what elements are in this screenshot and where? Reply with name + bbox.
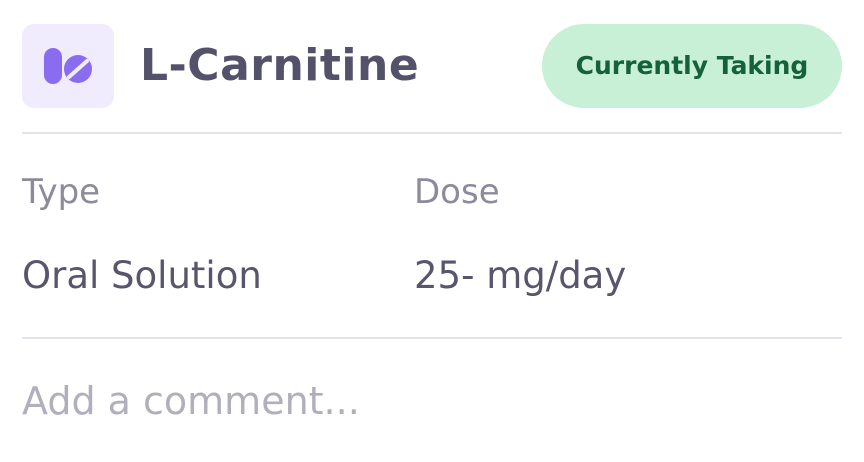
medication-icon-container — [22, 24, 114, 108]
medication-name: L-Carnitine — [140, 40, 420, 91]
dose-label: Dose — [414, 172, 500, 212]
comment-input[interactable]: Add a comment... — [22, 376, 822, 426]
medication-card: L-Carnitine Currently Taking Type Oral S… — [0, 0, 864, 462]
header-divider — [22, 132, 842, 134]
type-value: Oral Solution — [22, 254, 262, 297]
status-badge[interactable]: Currently Taking — [542, 24, 842, 108]
dose-field: Dose 25- mg/day — [414, 170, 626, 300]
type-field: Type Oral Solution — [22, 170, 262, 300]
dose-value: 25- mg/day — [414, 254, 627, 297]
medication-header: L-Carnitine Currently Taking — [22, 24, 842, 108]
type-label: Type — [22, 172, 101, 212]
details-divider — [22, 337, 842, 339]
pill-icon — [44, 48, 92, 84]
